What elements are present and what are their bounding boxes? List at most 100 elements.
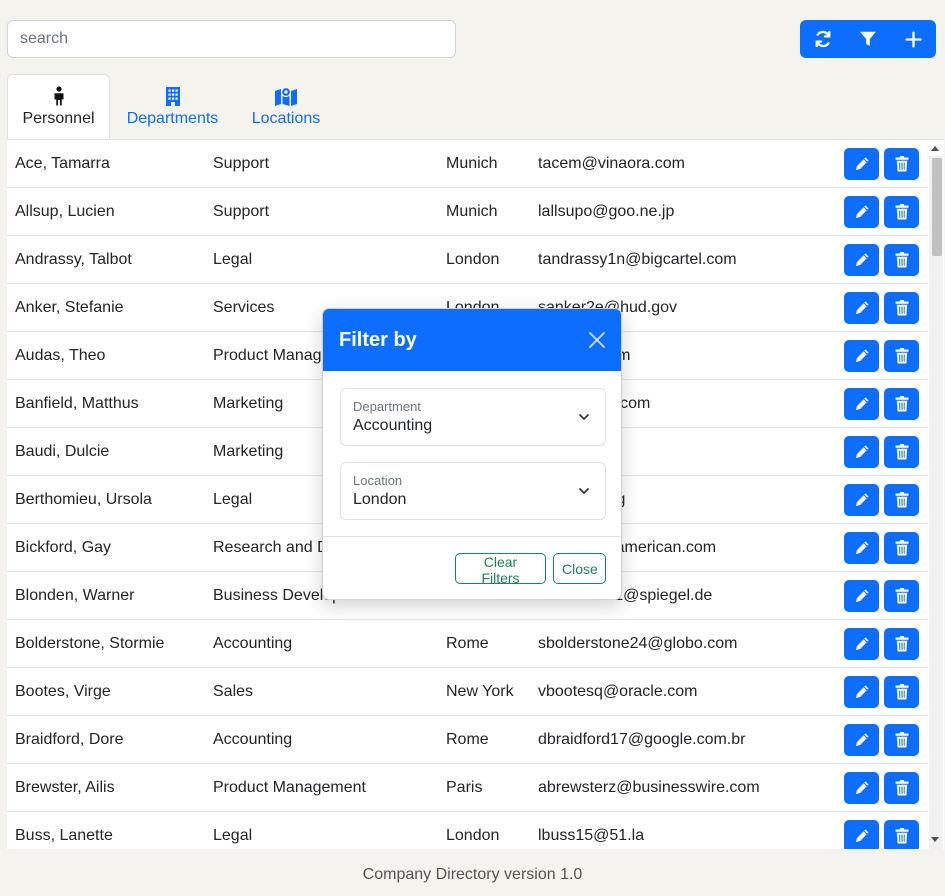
tab-personnel[interactable]: Personnel (7, 74, 110, 140)
tab-departments-label: Departments (126, 110, 219, 127)
person-name: Berthomieu, Ursola (15, 491, 152, 508)
person-name: Bolderstone, Stormie (15, 635, 165, 652)
edit-button[interactable] (844, 196, 879, 228)
edit-button[interactable] (844, 676, 879, 708)
filter-modal: Filter by Department Accounting Location… (322, 308, 622, 600)
modal-divider (323, 536, 621, 537)
location-select[interactable]: Location London (340, 462, 606, 520)
person-name: Braidford, Dore (15, 731, 124, 748)
delete-button[interactable] (884, 580, 919, 612)
edit-button[interactable] (844, 628, 879, 660)
person-email: lallsupo@goo.ne.jp (538, 203, 675, 220)
tab-locations-label: Locations (251, 110, 321, 127)
close-button[interactable]: Close (553, 553, 606, 584)
table-row: Ace, Tamarra Support Munich tacem@vinaora.c… (7, 140, 927, 188)
person-department: Product Management (213, 779, 366, 796)
edit-button[interactable] (844, 292, 879, 324)
search-input[interactable] (7, 20, 456, 58)
tab-bar: Personnel Departments Locations (7, 74, 337, 140)
clear-filters-button[interactable]: Clear Filters (455, 553, 546, 586)
delete-button[interactable] (884, 532, 919, 564)
edit-button[interactable] (844, 148, 879, 180)
department-select[interactable]: Department Accounting (340, 388, 606, 446)
trash-icon (895, 492, 908, 508)
person-name: Bootes, Virge (15, 683, 111, 700)
modal-close-button[interactable] (587, 330, 607, 350)
person-department: Marketing (213, 443, 284, 460)
delete-button[interactable] (884, 628, 919, 660)
person-name: Anker, Stefanie (15, 299, 124, 316)
person-email: sbolderstone24@globo.com (538, 635, 738, 652)
person-location: Rome (446, 635, 489, 652)
delete-button[interactable] (884, 676, 919, 708)
tab-locations[interactable]: Locations (235, 74, 337, 140)
trash-icon (895, 588, 908, 604)
person-name: Ace, Tamarra (15, 155, 110, 172)
toolbar-button-group (800, 20, 936, 58)
scroll-up-arrow[interactable] (931, 146, 939, 151)
delete-button[interactable] (884, 772, 919, 804)
pencil-icon (855, 541, 868, 554)
person-email: tandrassy1n@bigcartel.com (538, 251, 737, 268)
delete-button[interactable] (884, 340, 919, 372)
person-email: lbuss15@51.la (538, 827, 645, 844)
person-department: Accounting (213, 731, 293, 748)
edit-button[interactable] (844, 532, 879, 564)
delete-button[interactable] (884, 388, 919, 420)
delete-button[interactable] (884, 724, 919, 756)
refresh-button[interactable] (800, 20, 845, 58)
pencil-icon (855, 685, 868, 698)
filter-icon (860, 31, 876, 46)
edit-button[interactable] (844, 772, 879, 804)
edit-button[interactable] (844, 340, 879, 372)
person-department: Services (213, 299, 275, 316)
table-row: Buss, Lanette Legal London lbuss15@51.la (7, 812, 927, 849)
person-email: tacem@vinaora.com (538, 155, 685, 172)
trash-icon (895, 396, 908, 412)
delete-button[interactable] (884, 436, 919, 468)
edit-button[interactable] (844, 820, 879, 849)
person-department: Accounting (213, 635, 293, 652)
edit-button[interactable] (844, 724, 879, 756)
delete-button[interactable] (884, 196, 919, 228)
person-location: New York (446, 683, 514, 700)
trash-icon (895, 204, 908, 220)
edit-button[interactable] (844, 388, 879, 420)
pencil-icon (855, 829, 868, 842)
person-name: Blonden, Warner (15, 587, 135, 604)
plus-icon (905, 30, 922, 48)
trash-icon (895, 780, 908, 796)
edit-button[interactable] (844, 484, 879, 516)
filter-modal-title: Filter by (339, 329, 417, 351)
pencil-icon (855, 733, 868, 746)
filter-button[interactable] (845, 20, 890, 58)
scroll-down-arrow[interactable] (931, 837, 939, 842)
close-icon (589, 332, 605, 348)
delete-button[interactable] (884, 148, 919, 180)
edit-button[interactable] (844, 580, 879, 612)
person-department: Support (213, 155, 270, 172)
person-icon (54, 86, 63, 106)
table-row: Brewster, Ailis Product Management Paris ab… (7, 764, 927, 812)
delete-button[interactable] (884, 484, 919, 516)
pencil-icon (855, 781, 868, 794)
scrollbar-thumb[interactable] (932, 158, 942, 256)
table-row: Bolderstone, Stormie Accounting Rome sbolde… (7, 620, 927, 668)
pencil-icon (855, 589, 868, 602)
delete-button[interactable] (884, 820, 919, 849)
delete-button[interactable] (884, 244, 919, 276)
pencil-icon (855, 445, 868, 458)
tab-departments[interactable]: Departments (110, 74, 235, 140)
scrollbar-track[interactable] (929, 156, 943, 849)
department-select-value: Accounting (353, 417, 433, 434)
table-row: Braidford, Dore Accounting Rome dbraidford1… (7, 716, 927, 764)
chevron-down-icon (579, 488, 589, 494)
trash-icon (895, 156, 908, 172)
edit-button[interactable] (844, 436, 879, 468)
edit-button[interactable] (844, 244, 879, 276)
trash-icon (895, 684, 908, 700)
delete-button[interactable] (884, 292, 919, 324)
person-location: London (446, 827, 500, 844)
table-row: Andrassy, Talbot Legal London tandrassy1n@b… (7, 236, 927, 284)
add-button[interactable] (891, 20, 936, 58)
